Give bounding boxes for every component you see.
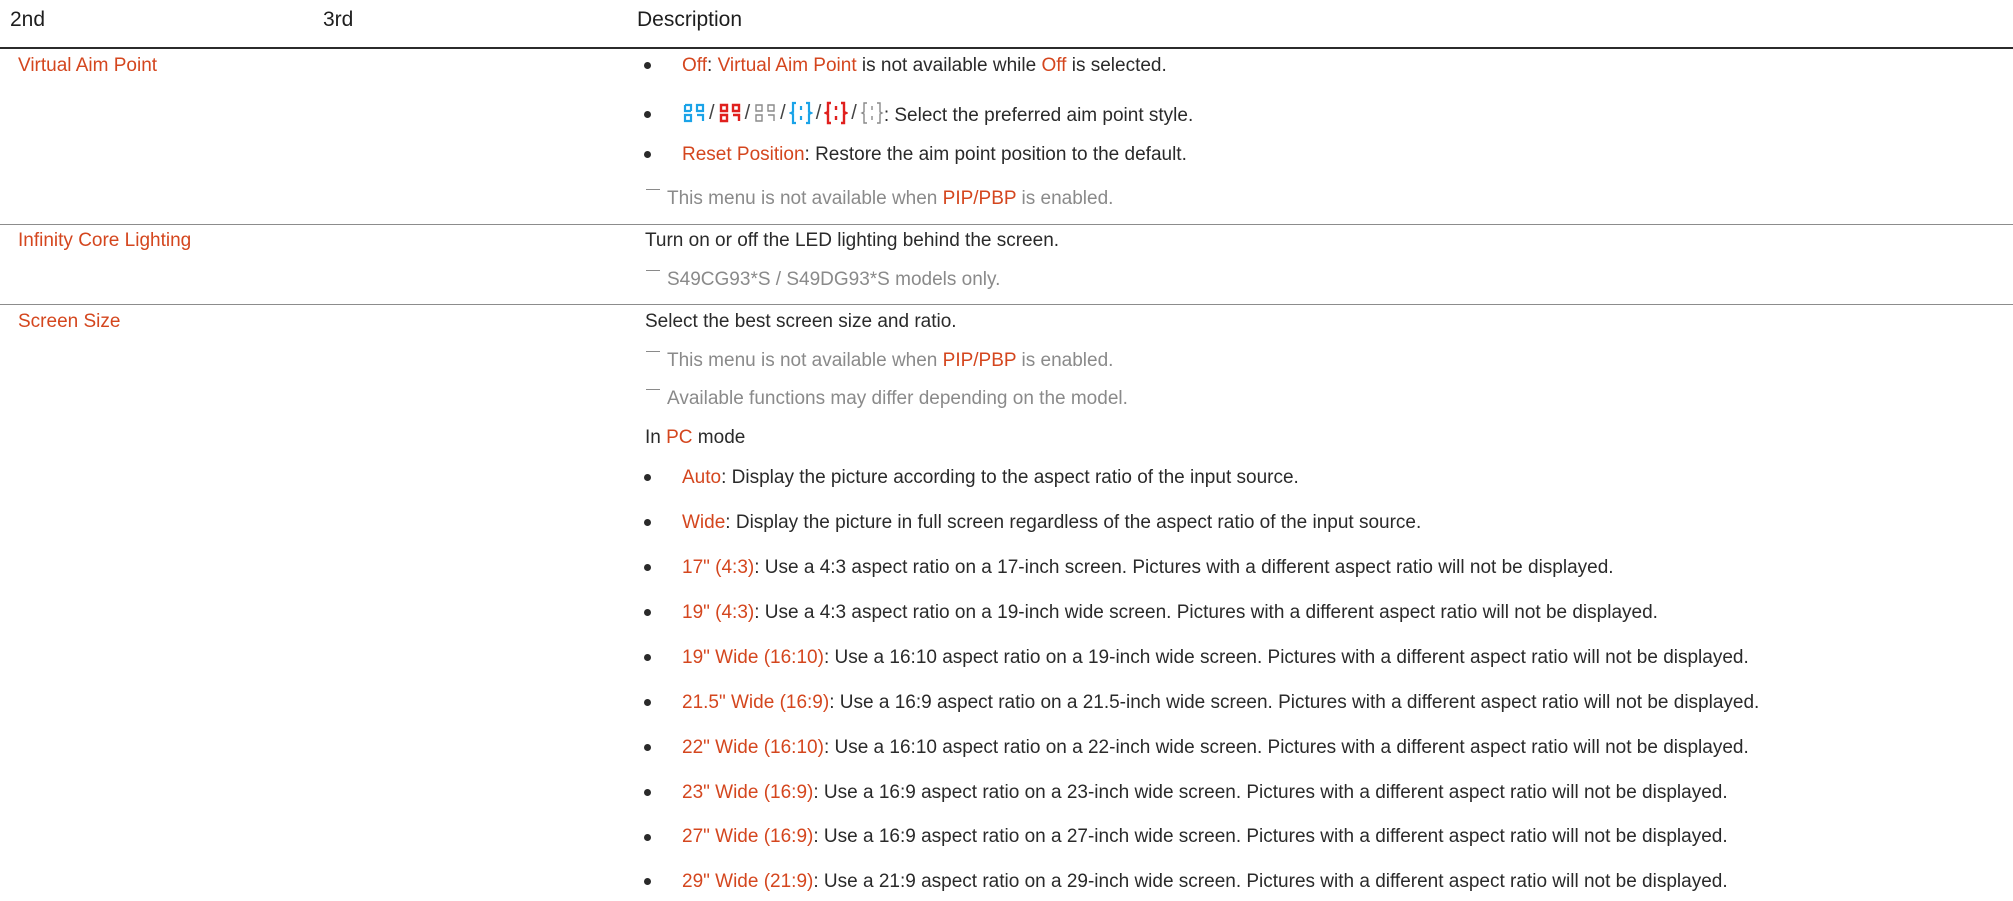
aim-style-bracket-gray-icon bbox=[860, 102, 884, 124]
text-segment: Available functions may differ depending… bbox=[667, 388, 1128, 409]
option-text: : Use a 4:3 aspect ratio on a 19-inch wi… bbox=[754, 602, 1658, 623]
bullet-dot bbox=[644, 699, 651, 706]
option-key: 27" Wide (16:9) bbox=[682, 826, 814, 847]
option-text: : Use a 21:9 aspect ratio on a 29-inch w… bbox=[813, 871, 1728, 892]
aim-off-description: Off: Virtual Aim Point is not available … bbox=[682, 54, 1167, 78]
row-label-screen-size: Screen Size bbox=[18, 311, 121, 332]
lighting-description: Turn on or off the LED lighting behind t… bbox=[645, 230, 1060, 251]
aim-style-cross-gray-icon bbox=[755, 104, 775, 122]
bullet-dot bbox=[644, 744, 651, 751]
key-off: Off bbox=[1041, 55, 1067, 76]
option-19-wide-16-10: 19" Wide (16:10): Use a 16:10 aspect rat… bbox=[682, 646, 1749, 670]
option-key: 19" Wide (16:10) bbox=[682, 647, 824, 668]
text-segment: is enabled. bbox=[1016, 350, 1114, 371]
bullet-dot bbox=[644, 564, 651, 571]
bullet-dot bbox=[644, 474, 651, 481]
bullet-dot bbox=[644, 834, 651, 841]
option-23-wide-16-9: 23" Wide (16:9): Use a 16:9 aspect ratio… bbox=[682, 781, 1728, 805]
aim-style-description: / / / / / : Select the preferred aim poi… bbox=[682, 101, 1193, 128]
text-segment: In bbox=[645, 427, 667, 448]
column-header-3rd: 3rd bbox=[323, 8, 354, 31]
text-segment: is selected. bbox=[1066, 55, 1167, 76]
key-pip-pbp: PIP/PBP bbox=[942, 188, 1017, 209]
separator-slash: / bbox=[815, 102, 822, 124]
option-17-4-3: 17" (4:3): Use a 4:3 aspect ratio on a 1… bbox=[682, 556, 1614, 580]
option-text: : Use a 16:9 aspect ratio on a 23-inch w… bbox=[813, 782, 1728, 803]
option-wide: Wide: Display the picture in full screen… bbox=[682, 511, 1421, 535]
column-header-description: Description bbox=[637, 8, 743, 31]
reset-position-description: Reset Position: Restore the aim point po… bbox=[682, 143, 1187, 167]
option-key: 19" (4:3) bbox=[682, 602, 755, 623]
option-27-wide-16-9: 27" Wide (16:9): Use a 16:9 aspect ratio… bbox=[682, 825, 1728, 849]
column-header-2nd: 2nd bbox=[10, 8, 46, 31]
option-text: : Display the picture in full screen reg… bbox=[725, 512, 1422, 533]
option-text: : Use a 4:3 aspect ratio on a 17-inch sc… bbox=[754, 557, 1614, 578]
text-segment: S49CG93*S / S49DG93*S models only. bbox=[667, 269, 1001, 290]
option-key: 22" Wide (16:10) bbox=[682, 737, 824, 758]
pc-mode-heading: In PC mode bbox=[645, 426, 745, 450]
note-dash-icon bbox=[646, 389, 660, 390]
screen-size-description: Select the best screen size and ratio. bbox=[645, 311, 957, 332]
separator-slash: / bbox=[744, 102, 751, 124]
row-divider bbox=[0, 224, 2013, 225]
key-pip-pbp: PIP/PBP bbox=[942, 350, 1017, 371]
bullet-dot bbox=[644, 519, 651, 526]
option-key: Wide bbox=[682, 512, 726, 533]
note-dash-icon bbox=[646, 189, 660, 190]
aim-style-cross-blue-icon bbox=[683, 103, 705, 123]
text-segment: mode bbox=[692, 427, 746, 448]
key-off: Off bbox=[682, 55, 707, 76]
separator-slash: / bbox=[851, 102, 857, 124]
note-pip-pbp: This menu is not available when PIP/PBP … bbox=[646, 349, 1113, 373]
text-segment: : Restore the aim point position to the … bbox=[804, 144, 1187, 165]
option-22-wide-16-10: 22" Wide (16:10): Use a 16:10 aspect rat… bbox=[682, 736, 1749, 760]
text-segment: This menu is not available when bbox=[667, 188, 943, 209]
aim-style-bracket-red-icon bbox=[824, 101, 849, 125]
option-text: : Use a 16:10 aspect ratio on a 19-inch … bbox=[823, 647, 1749, 668]
header-divider bbox=[0, 47, 2013, 49]
text-segment: This menu is not available when bbox=[667, 350, 943, 371]
note-functions-differ: Available functions may differ depending… bbox=[646, 387, 1128, 411]
option-key: Auto bbox=[682, 467, 722, 488]
separator-slash: / bbox=[780, 102, 786, 124]
note-dash-icon bbox=[646, 351, 660, 352]
text-segment: : Select the preferred aim point style. bbox=[883, 105, 1194, 126]
text-segment: is not available while bbox=[856, 55, 1042, 76]
option-auto: Auto: Display the picture according to t… bbox=[682, 466, 1299, 490]
option-21-5-wide-16-9: 21.5" Wide (16:9): Use a 16:9 aspect rat… bbox=[682, 691, 1759, 715]
note-pip-pbp: This menu is not available when PIP/PBP … bbox=[646, 187, 1113, 211]
aim-style-cross-red-icon bbox=[719, 103, 740, 123]
bullet-dot bbox=[644, 878, 651, 885]
bullet-dot bbox=[644, 789, 651, 796]
option-key: 23" Wide (16:9) bbox=[682, 782, 814, 803]
separator: : bbox=[707, 55, 718, 76]
text-segment: is enabled. bbox=[1016, 188, 1114, 209]
bullet-dot bbox=[644, 62, 651, 69]
row-divider bbox=[0, 304, 2013, 305]
option-text: : Display the picture according to the a… bbox=[721, 467, 1299, 488]
bullet-dot bbox=[644, 654, 651, 661]
bullet-dot bbox=[644, 111, 651, 118]
aim-style-bracket-blue-icon bbox=[788, 101, 813, 125]
option-key: 17" (4:3) bbox=[682, 557, 755, 578]
option-text: : Use a 16:9 aspect ratio on a 21.5-inch… bbox=[829, 692, 1760, 713]
key-pc: PC bbox=[666, 427, 693, 448]
option-key: 21.5" Wide (16:9) bbox=[682, 692, 830, 713]
note-dash-icon bbox=[646, 270, 660, 271]
option-text: : Use a 16:9 aspect ratio on a 27-inch w… bbox=[813, 826, 1728, 847]
note-models-only: S49CG93*S / S49DG93*S models only. bbox=[646, 268, 1000, 292]
option-29-wide-21-9: 29" Wide (21:9): Use a 21:9 aspect ratio… bbox=[682, 870, 1728, 894]
row-label-virtual-aim-point: Virtual Aim Point bbox=[18, 55, 158, 76]
key-reset-position: Reset Position bbox=[682, 144, 805, 165]
key-virtual-aim-point: Virtual Aim Point bbox=[717, 55, 857, 76]
bullet-dot bbox=[644, 151, 651, 158]
option-text: : Use a 16:10 aspect ratio on a 22-inch … bbox=[823, 737, 1749, 758]
bullet-dot bbox=[644, 609, 651, 616]
separator-slash: / bbox=[709, 102, 715, 124]
option-19-4-3: 19" (4:3): Use a 4:3 aspect ratio on a 1… bbox=[682, 601, 1658, 625]
option-key: 29" Wide (21:9) bbox=[682, 871, 814, 892]
row-label-infinity-core-lighting: Infinity Core Lighting bbox=[18, 230, 192, 251]
